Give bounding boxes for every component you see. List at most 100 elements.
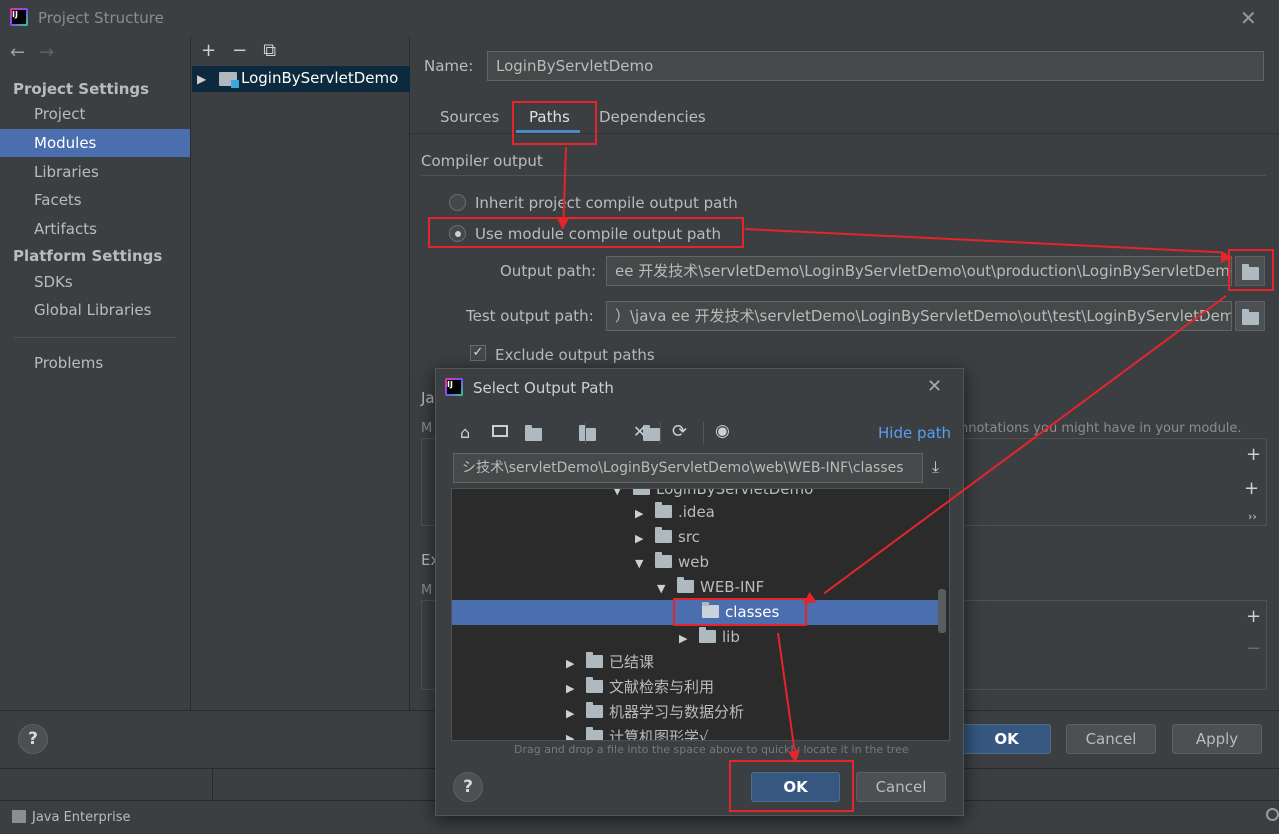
add-url-icon[interactable]: + (1244, 478, 1259, 499)
dialog-close-icon[interactable]: ✕ (927, 376, 942, 397)
sidebar-item-problems[interactable]: Problems (0, 349, 190, 377)
annotation-arrowhead-1 (556, 217, 569, 231)
home-icon[interactable]: ⌂ (460, 423, 470, 442)
tree-row-src[interactable]: ▶ src (635, 525, 700, 550)
annotations-desc: nnotations you might have in your module… (960, 421, 1242, 436)
tree-row-folder3[interactable]: ▶ 机器学习与数据分析 (566, 700, 744, 725)
folder-open-icon (1241, 309, 1259, 325)
remove-annotation-icon[interactable]: − (1246, 638, 1261, 659)
javadoc-desc-partial: M (421, 421, 433, 436)
close-icon[interactable]: ✕ (1240, 6, 1257, 30)
test-output-path-field[interactable]: ）\java ee 开发技术\servletDemo\LoginByServle… (606, 301, 1232, 331)
sidebar-divider (14, 337, 176, 338)
sidebar-item-artifacts[interactable]: Artifacts (0, 215, 190, 243)
dialog-help-button[interactable]: ? (453, 772, 483, 802)
browse-test-output-button[interactable] (1235, 301, 1265, 331)
sidebar-item-facets[interactable]: Facets (0, 186, 190, 214)
folder-icon (655, 552, 672, 568)
apply-button[interactable]: Apply (1172, 724, 1262, 754)
help-button[interactable]: ? (18, 724, 48, 754)
sidebar-item-libraries[interactable]: Libraries (0, 158, 190, 186)
compiler-output-divider (421, 175, 1266, 176)
exclude-output-checkbox[interactable]: ✓ (470, 345, 486, 361)
folder-icon (699, 627, 716, 643)
module-folder-icon (219, 72, 239, 88)
add-annotation-icon[interactable]: + (1246, 606, 1261, 627)
desktop-icon[interactable] (492, 425, 508, 437)
exclude-output-label[interactable]: Exclude output paths (495, 346, 655, 364)
annotation-box-dialog-ok (729, 760, 854, 812)
annotation-box-classes (673, 598, 807, 626)
show-hidden-icon[interactable]: ◉ (715, 421, 730, 441)
folder-icon (655, 527, 672, 543)
sidebar-item-sdks[interactable]: SDKs (0, 268, 190, 296)
folder-icon (586, 652, 603, 668)
copy-module-icon[interactable]: ⧉ (263, 40, 276, 61)
cancel-button[interactable]: Cancel (1066, 724, 1156, 754)
output-path-field[interactable]: ee 开发技术\servletDemo\LoginByServletDemo\o… (606, 256, 1232, 286)
folder-icon (586, 702, 603, 718)
tree-row-folder1[interactable]: ▶ 已结课 (566, 650, 654, 675)
section-project-settings: Project Settings (13, 80, 150, 98)
ok-button[interactable]: OK (962, 724, 1051, 754)
annotation-arrowhead-2 (1220, 251, 1234, 264)
title-bar (0, 0, 1279, 36)
radio-inherit-label[interactable]: Inherit project compile output path (475, 194, 738, 212)
tree-scrollbar[interactable] (938, 589, 946, 633)
section-platform-settings: Platform Settings (13, 247, 163, 265)
refresh-icon[interactable]: ⟳ (672, 421, 687, 442)
module-tree-label: LoginByServletDemo (241, 69, 399, 87)
compiler-output-heading: Compiler output (421, 152, 543, 170)
annotation-arrowhead-4 (788, 750, 802, 764)
sidebar-item-global-libraries[interactable]: Global Libraries (0, 296, 190, 324)
annotation-box-paths-tab (512, 101, 597, 145)
module-folder-icon[interactable] (579, 425, 597, 441)
tree-row-lib[interactable]: ▶ lib (679, 625, 740, 650)
annotation-box-browse-button (1228, 249, 1274, 291)
tree-row-webinf[interactable]: ▼ WEB-INF (657, 575, 764, 600)
sidebar-item-modules[interactable]: Modules (0, 129, 190, 157)
dialog-intellij-icon (445, 378, 463, 396)
status-divider (212, 768, 213, 800)
hide-path-link[interactable]: Hide path (878, 424, 951, 442)
annotation-box-module-radio (428, 217, 744, 248)
more-icon[interactable]: ›› (1248, 510, 1257, 523)
back-arrow-icon[interactable]: ← (10, 42, 25, 63)
drag-drop-hint: Drag and drop a file into the space abov… (514, 743, 909, 756)
java-enterprise-icon (12, 810, 26, 823)
download-path-icon[interactable]: ⤓ (932, 457, 939, 477)
output-path-label: Output path: (500, 262, 597, 280)
toolbar-divider (585, 422, 586, 444)
forward-arrow-icon[interactable]: → (39, 42, 54, 63)
dialog-title: Select Output Path (473, 379, 614, 397)
toolbar-divider-2 (660, 422, 661, 444)
modules-panel (192, 36, 410, 710)
project-folder-icon[interactable] (525, 425, 542, 441)
tree-row-folder4[interactable]: ▶ 计算机图形学√ (566, 725, 709, 740)
sidebar-item-project[interactable]: Project (0, 100, 190, 128)
dialog-cancel-button[interactable]: Cancel (856, 772, 946, 802)
delete-icon[interactable]: ✕ (633, 422, 646, 441)
java-enterprise-label[interactable]: Java Enterprise (32, 810, 130, 825)
add-module-icon[interactable]: + (201, 40, 216, 61)
toolbar-divider-3 (703, 422, 704, 444)
tree-row-folder2[interactable]: ▶ 文献检索与利用 (566, 675, 714, 700)
folder-icon (586, 677, 603, 693)
window-title: Project Structure (38, 9, 164, 27)
dialog-path-field[interactable]: シ技术\servletDemo\LoginByServletDemo\web\W… (453, 453, 923, 483)
folder-icon (655, 502, 672, 518)
folder-icon (633, 489, 650, 495)
folder-icon (677, 577, 694, 593)
expand-arrow-icon[interactable]: ▶ (197, 72, 206, 86)
tree-row-web[interactable]: ▼ web (635, 550, 709, 575)
history-nav: ← → (10, 42, 68, 63)
tree-row-idea[interactable]: ▶ .idea (635, 500, 715, 525)
name-label: Name: (424, 57, 474, 75)
tab-sources[interactable]: Sources (440, 108, 499, 126)
add-path-icon[interactable]: + (1246, 444, 1261, 465)
intellij-icon (10, 8, 28, 26)
radio-inherit[interactable] (449, 194, 466, 211)
remove-module-icon[interactable]: − (232, 40, 247, 61)
module-name-field[interactable]: LoginByServletDemo (487, 51, 1264, 81)
tab-dependencies[interactable]: Dependencies (599, 108, 706, 126)
